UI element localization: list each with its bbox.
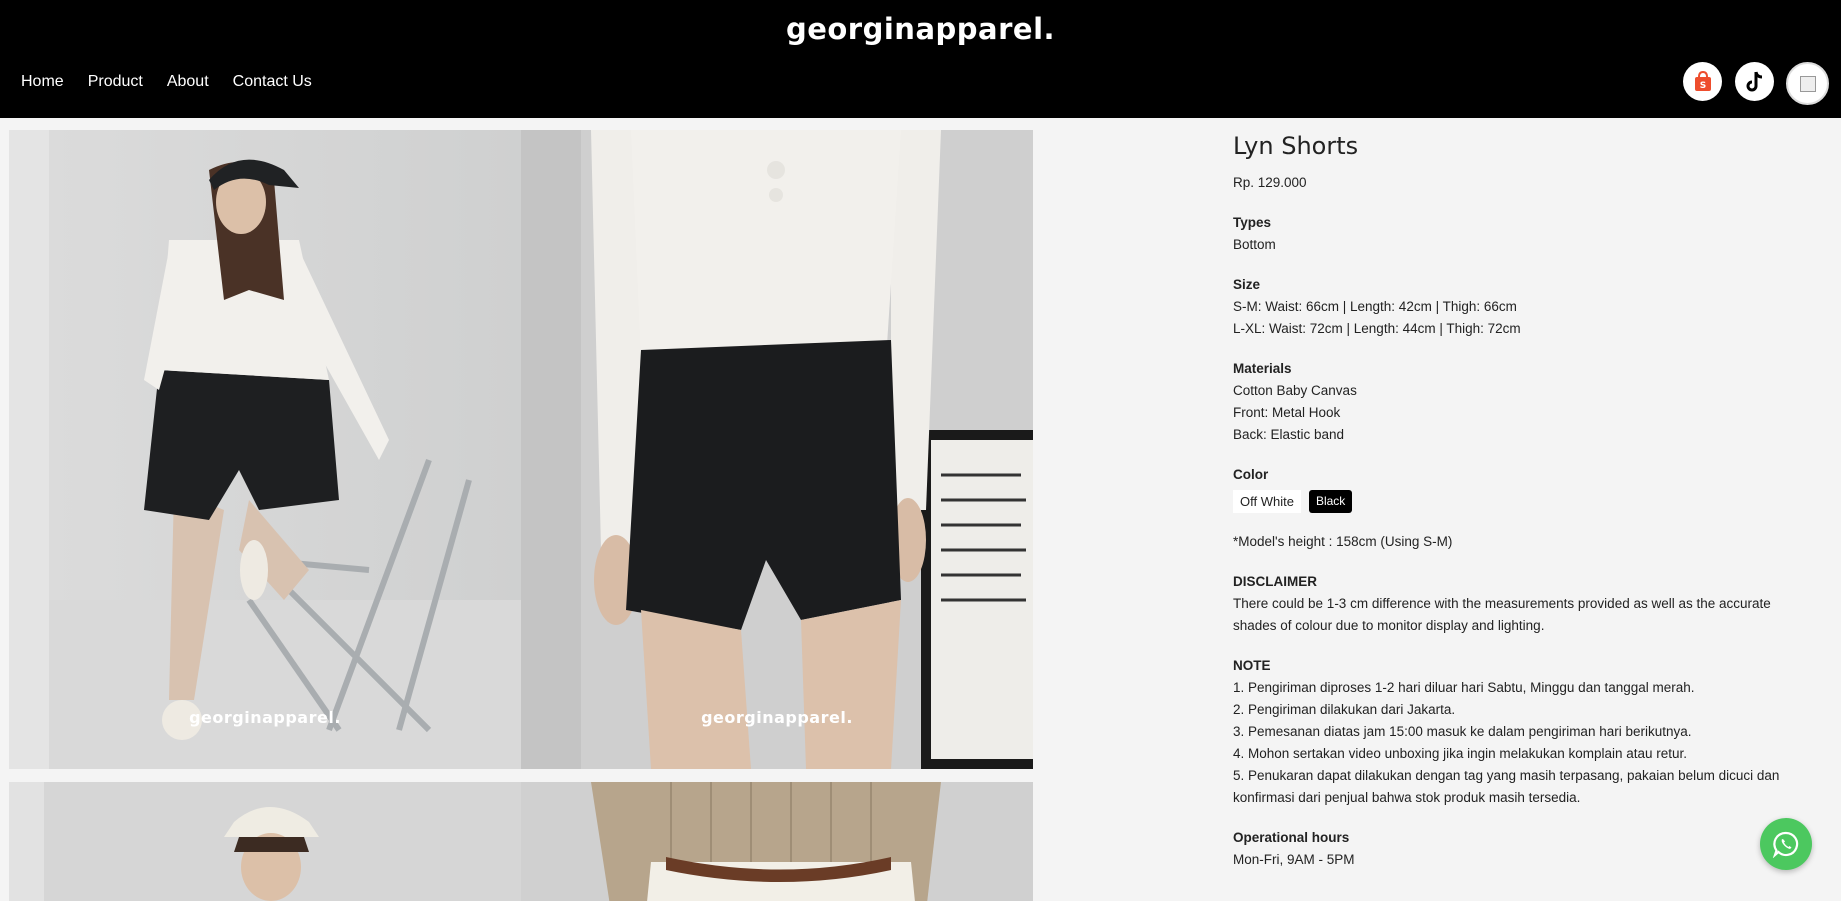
note-line: 3. Pemesanan diatas jam 15:00 masuk ke d… <box>1233 724 1692 739</box>
model-photo-chair <box>9 130 521 769</box>
watermark-right: georginapparel. <box>701 708 853 727</box>
color-option-black[interactable]: Black <box>1308 490 1353 513</box>
nav-about[interactable]: About <box>167 73 209 91</box>
materials-line: Front: Metal Hook <box>1233 405 1341 420</box>
shopee-icon: S <box>1694 70 1711 91</box>
watermark-left: georginapparel. <box>189 708 341 727</box>
shopee-link[interactable]: S <box>1683 62 1722 101</box>
types-section: Types Bottom <box>1233 212 1803 256</box>
hours-section: Operational hours Mon-Fri, 9AM - 5PM <box>1233 827 1803 871</box>
nav-contact-us[interactable]: Contact Us <box>233 73 312 91</box>
size-label: Size <box>1233 277 1261 292</box>
types-value: Bottom <box>1233 237 1276 252</box>
whatsapp-button[interactable] <box>1760 818 1812 870</box>
model-photo-belt <box>521 782 1033 901</box>
product-photo-1[interactable]: georginapparel. georginapparel. <box>9 130 1033 769</box>
site-header: georginapparel. Home Product About Conta… <box>0 0 1841 118</box>
nav-home[interactable]: Home <box>21 73 64 91</box>
broken-image-icon <box>1799 75 1816 92</box>
note-line: 1. Pengiriman diproses 1-2 hari diluar h… <box>1233 680 1695 695</box>
materials-label: Materials <box>1233 361 1292 376</box>
materials-section: Materials Cotton Baby Canvas Front: Meta… <box>1233 358 1803 446</box>
color-options: Off White Black <box>1233 490 1803 513</box>
tiktok-icon <box>1746 71 1762 91</box>
product-photo-2[interactable] <box>9 782 1033 901</box>
note-section: NOTE 1. Pengiriman diproses 1-2 hari dil… <box>1233 655 1803 809</box>
size-line: L-XL: Waist: 72cm | Length: 44cm | Thigh… <box>1233 321 1521 336</box>
hours-label: Operational hours <box>1233 830 1350 845</box>
note-line: 5. Penukaran dapat dilakukan dengan tag … <box>1233 768 1780 805</box>
color-section: Color Off White Black <box>1233 464 1803 513</box>
model-note: *Model's height : 158cm (Using S-M) <box>1233 534 1453 549</box>
note-line: 2. Pengiriman dilakukan dari Jakarta. <box>1233 702 1456 717</box>
product-details: Lyn Shorts Rp. 129.000 Types Bottom Size… <box>1233 130 1803 889</box>
whatsapp-icon <box>1772 831 1799 858</box>
tiktok-link[interactable] <box>1735 62 1774 101</box>
social-link-image[interactable] <box>1786 62 1829 105</box>
brand-logo[interactable]: georginapparel. <box>0 12 1841 46</box>
product-title: Lyn Shorts <box>1233 132 1359 160</box>
nav-product[interactable]: Product <box>88 73 143 91</box>
color-option-off-white[interactable]: Off White <box>1233 490 1301 513</box>
size-section: Size S-M: Waist: 66cm | Length: 42cm | T… <box>1233 274 1803 340</box>
materials-line: Back: Elastic band <box>1233 427 1345 442</box>
main-nav: Home Product About Contact Us <box>21 73 312 91</box>
disclaimer-label: DISCLAIMER <box>1233 574 1317 589</box>
hours-value: Mon-Fri, 9AM - 5PM <box>1233 852 1355 867</box>
disclaimer-section: DISCLAIMER There could be 1-3 cm differe… <box>1233 571 1803 637</box>
model-photo-hat <box>9 782 521 901</box>
types-label: Types <box>1233 215 1272 230</box>
note-line: 4. Mohon sertakan video unboxing jika in… <box>1233 746 1688 761</box>
product-price: Rp. 129.000 <box>1233 175 1307 190</box>
model-photo-closeup <box>521 130 1033 769</box>
materials-line: Cotton Baby Canvas <box>1233 383 1357 398</box>
svg-text:S: S <box>1699 81 1705 91</box>
size-line: S-M: Waist: 66cm | Length: 42cm | Thigh:… <box>1233 299 1517 314</box>
disclaimer-text: There could be 1-3 cm difference with th… <box>1233 596 1771 633</box>
note-label: NOTE <box>1233 658 1271 673</box>
color-label: Color <box>1233 467 1269 482</box>
